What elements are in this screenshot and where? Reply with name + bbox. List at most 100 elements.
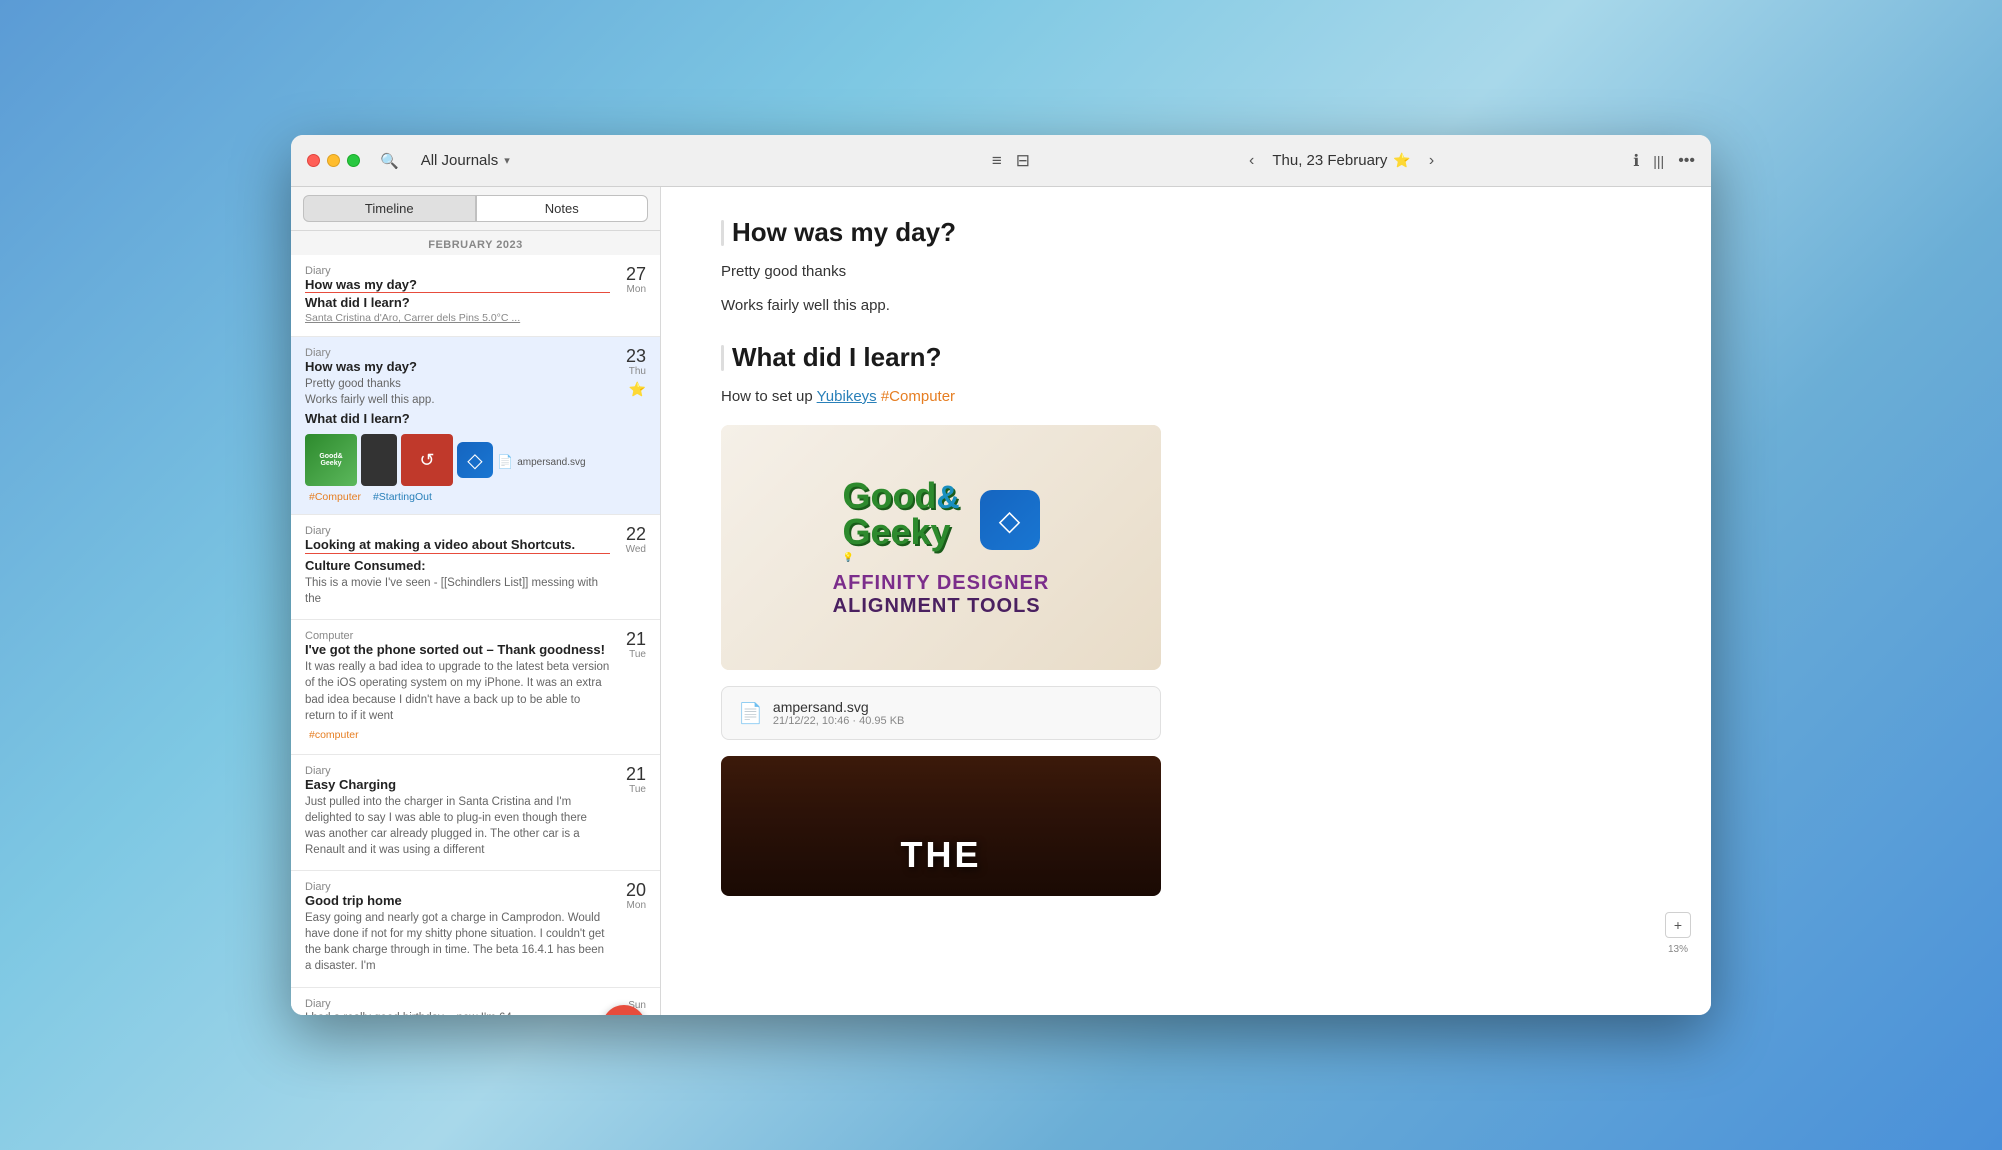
file-card[interactable]: 📄 ampersand.svg 21/12/22, 10:46 · 40.95 … [721, 686, 1161, 740]
entry-title: I've got the phone sorted out – Thank go… [305, 642, 610, 657]
info-icon[interactable]: ℹ [1633, 151, 1639, 171]
titlebar: 🔍 All Journals ▾ ≡ ⊟ ‹ Thu, 23 February … [291, 135, 1711, 187]
nav-date-display: Thu, 23 February ⭐ [1272, 152, 1411, 169]
affinity-subtitle-2: ALIGNMENT TOOLS [833, 595, 1050, 618]
editor: How was my day? Pretty good thanks Works… [661, 187, 1711, 1015]
entry-title: Easy Charging [305, 777, 610, 792]
section-marker-2 [721, 345, 724, 371]
entry-preview: I had a really good birthday – now I'm 6… [305, 1010, 610, 1016]
list-item[interactable]: Diary Good trip home Easy going and near… [291, 871, 660, 987]
good-geeky-logo: Good& Geeky 💡 [842, 478, 959, 563]
affinity-icon-large: ◇ [980, 490, 1040, 550]
thumb-book [361, 434, 397, 486]
yubikeys-link[interactable]: Yubikeys [817, 388, 877, 405]
zoom-level-label: 13% [1668, 944, 1688, 955]
entry-tags: #Computer #StartingOut [305, 490, 646, 504]
search-icon[interactable]: 🔍 [380, 152, 399, 170]
nav-date-text: Thu, 23 February [1272, 152, 1387, 169]
chart-icon[interactable]: ||| [1653, 153, 1664, 169]
entry-preview: Easy going and nearly got a charge in Ca… [305, 910, 610, 974]
maximize-button[interactable] [347, 154, 360, 167]
entry-preview: Pretty good thanksWorks fairly well this… [305, 376, 610, 408]
affinity-subtitle-area: AFFINITY DESIGNER ALIGNMENT TOOLS [833, 571, 1050, 618]
tag-computer: #computer [305, 728, 363, 742]
tag-computer: #Computer [305, 490, 365, 504]
thumb-affinity: ◇ [457, 442, 493, 478]
entry-title: Looking at making a video about Shortcut… [305, 537, 610, 554]
affinity-logo-area: Good& Geeky 💡 ◇ [842, 478, 1039, 563]
journals-label[interactable]: All Journals [421, 152, 499, 169]
entry-preview: Just pulled into the charger in Santa Cr… [305, 794, 610, 858]
nav-prev-button[interactable]: ‹ [1243, 150, 1260, 172]
list-item[interactable]: Diary I had a really good birthday – now… [291, 988, 660, 1016]
tag-startingout: #StartingOut [369, 490, 436, 504]
tab-notes[interactable]: Notes [476, 195, 649, 222]
nav-next-button[interactable]: › [1423, 150, 1440, 172]
entry-journal: Computer [305, 630, 610, 642]
entry-journal: Diary [305, 265, 610, 277]
affinity-subtitle-1: AFFINITY DESIGNER [833, 571, 1050, 595]
entry-date-day: Mon [610, 284, 646, 295]
section-heading-1: How was my day? [721, 217, 1651, 248]
paragraph-2: Works fairly well this app. [721, 294, 1651, 318]
sidebar-tabs: Timeline Notes [291, 187, 660, 231]
entry-date-day: Mon [610, 900, 646, 911]
section-intro: How to set up Yubikeys #Computer [721, 385, 1651, 409]
file-name: ampersand.svg [773, 699, 905, 715]
section-heading-2: What did I learn? [721, 342, 1651, 373]
entry-date-num: 21 [610, 630, 646, 648]
entry-title: How was my day? [305, 277, 610, 293]
entry-date-num: 21 [610, 765, 646, 783]
more-icon[interactable]: ••• [1678, 152, 1695, 170]
sidebar-entries: Diary How was my day? What did I learn? … [291, 255, 660, 1015]
close-button[interactable] [307, 154, 320, 167]
sidebar: Timeline Notes FEBRUARY 2023 Diary How w… [291, 187, 661, 1015]
entry-journal: Diary [305, 347, 610, 359]
entry-journal: Diary [305, 765, 610, 777]
list-item[interactable]: Diary How was my day? Pretty good thanks… [291, 337, 660, 515]
sidebar-wrapper: Timeline Notes FEBRUARY 2023 Diary How w… [291, 187, 661, 1015]
thumb-goodgeeky: Good&Geeky [305, 434, 357, 486]
entry-subtitle: What did I learn? [305, 411, 610, 426]
file-meta: 21/12/22, 10:46 · 40.95 KB [773, 715, 905, 727]
entry-journal: Diary [305, 525, 610, 537]
thumb-logo: ↺ [401, 434, 453, 486]
entry-location: Santa Cristina d'Aro, Carrer dels Pins 5… [305, 312, 610, 324]
tab-timeline[interactable]: Timeline [303, 195, 476, 222]
entry-subtitle: What did I learn? [305, 295, 610, 310]
entry-date-num: 22 [610, 525, 646, 543]
entry-subheading: Culture Consumed: This is a movie I've s… [305, 558, 610, 607]
list-item[interactable]: Diary Looking at making a video about Sh… [291, 515, 660, 620]
list-item[interactable]: Computer I've got the phone sorted out –… [291, 620, 660, 754]
movie-title-text: THE [901, 834, 982, 876]
nav-star-icon: ⭐ [1393, 152, 1410, 169]
sidebar-month-label: FEBRUARY 2023 [291, 231, 660, 255]
entry-tags: #computer [305, 728, 610, 742]
entry-date-day: Tue [610, 649, 646, 660]
computer-hashtag: #Computer [881, 388, 955, 405]
entry-title: How was my day? [305, 359, 610, 374]
entry-date-num: 20 [610, 881, 646, 899]
minimize-button[interactable] [327, 154, 340, 167]
affinity-banner: Good& Geeky 💡 ◇ AFFINITY DESIGNER ALIGNM… [721, 425, 1161, 670]
section-marker [721, 220, 724, 246]
movie-image: THE [721, 756, 1161, 896]
list-item[interactable]: Diary Easy Charging Just pulled into the… [291, 755, 660, 871]
traffic-lights [307, 154, 360, 167]
entry-date-day: Thu [610, 366, 646, 377]
editor-section-2: What did I learn? How to set up Yubikeys… [721, 342, 1651, 896]
journals-dropdown-arrow[interactable]: ▾ [504, 154, 510, 167]
movie-banner: THE [721, 756, 1161, 896]
entry-date-num: 23 [610, 347, 646, 365]
entry-date-day: Wed [610, 544, 646, 555]
zoom-in-button[interactable]: + [1665, 912, 1691, 938]
file-icon: 📄 [738, 701, 763, 726]
entry-preview: It was really a bad idea to upgrade to t… [305, 659, 610, 723]
zoom-indicator: + 13% [1665, 912, 1691, 955]
layout-icon[interactable]: ⊟ [1016, 151, 1030, 171]
list-item[interactable]: Diary How was my day? What did I learn? … [291, 255, 660, 337]
entry-thumbnails: Good&Geeky ↺ ◇ 📄 ampersand.svg [305, 434, 646, 486]
filter-icon[interactable]: ≡ [992, 151, 1002, 171]
file-info: ampersand.svg 21/12/22, 10:46 · 40.95 KB [773, 699, 905, 727]
entry-date-day: Tue [610, 784, 646, 795]
